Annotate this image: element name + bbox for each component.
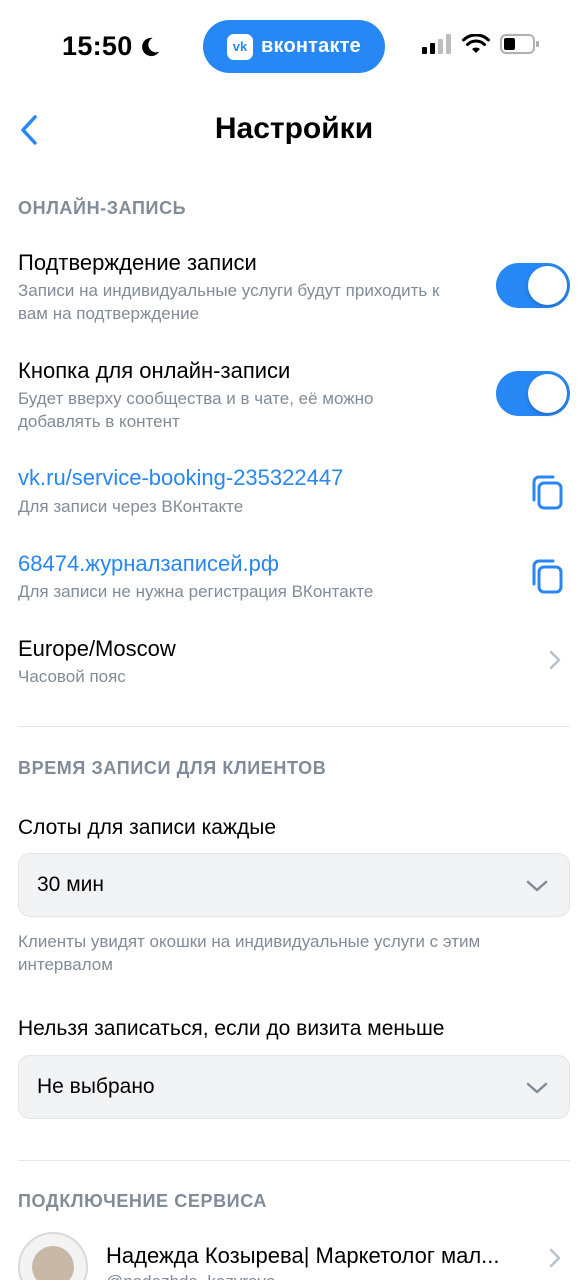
chevron-right-icon[interactable] bbox=[546, 648, 564, 672]
section-title-booking-time: ВРЕМЯ ЗАПИСИ ДЛЯ КЛИЕНТОВ bbox=[18, 758, 327, 778]
copy-icon[interactable] bbox=[528, 472, 568, 512]
divider bbox=[18, 1160, 570, 1161]
section-title-online-booking: ОНЛАЙН-ЗАПИСЬ bbox=[18, 198, 187, 218]
wifi-icon bbox=[462, 34, 490, 53]
vk-app-pill[interactable]: vk вконтакте bbox=[203, 20, 385, 73]
avatar[interactable] bbox=[18, 1232, 88, 1280]
slots-label: Слоты для записи каждые bbox=[18, 816, 277, 839]
slots-hint: Клиенты увидят окошки на индивидуальные … bbox=[18, 932, 481, 974]
slots-select[interactable]: 30 мин bbox=[18, 853, 570, 917]
vk-booking-link-subtitle: Для записи через ВКонтакте bbox=[18, 497, 244, 516]
vk-booking-link[interactable]: vk.ru/service-booking-235322447 bbox=[18, 465, 343, 491]
toggle-knob bbox=[528, 374, 567, 413]
status-time-text: 15:50 bbox=[62, 31, 133, 61]
battery-icon bbox=[500, 34, 539, 54]
avatar-photo bbox=[32, 1246, 74, 1280]
toggle-knob bbox=[528, 266, 567, 305]
timezone-subtitle: Часовой пояс bbox=[18, 667, 126, 686]
min-lead-select-value: Не выбрано bbox=[37, 1075, 155, 1098]
copy-icon[interactable] bbox=[528, 556, 568, 596]
section-title-service-connection: ПОДКЛЮЧЕНИЕ СЕРВИСА bbox=[18, 1191, 267, 1211]
vk-app-pill-label: вконтакте bbox=[261, 35, 361, 57]
chevron-down-icon bbox=[526, 880, 548, 892]
divider bbox=[18, 726, 570, 727]
booking-button-title: Кнопка для онлайн-записи bbox=[18, 358, 291, 383]
confirmation-title: Подтверждение записи bbox=[18, 250, 257, 275]
nav-header: Настройки bbox=[0, 100, 588, 160]
booking-button-subtitle: Будет вверху сообщества и в чате, её мож… bbox=[18, 389, 374, 431]
slots-select-value: 30 мин bbox=[37, 873, 104, 896]
service-account-name[interactable]: Надежда Козырева| Маркетолог мал... bbox=[106, 1243, 536, 1269]
chevron-right-icon[interactable] bbox=[546, 1246, 564, 1270]
status-indicators bbox=[422, 34, 540, 54]
status-time: 15:50 bbox=[62, 31, 161, 62]
booking-button-toggle[interactable] bbox=[496, 371, 570, 416]
page-title: Настройки bbox=[214, 112, 374, 145]
cellular-signal-icon bbox=[422, 34, 451, 54]
status-bar: 15:50 vk вконтакте bbox=[0, 0, 588, 96]
timezone-value[interactable]: Europe/Moscow bbox=[18, 636, 176, 662]
min-lead-label: Нельзя записаться, если до визита меньше bbox=[18, 1017, 445, 1040]
moon-icon bbox=[141, 37, 159, 56]
confirmation-toggle[interactable] bbox=[496, 263, 570, 308]
journal-booking-link-subtitle: Для записи не нужна регистрация ВКонтакт… bbox=[18, 582, 374, 601]
min-lead-select[interactable]: Не выбрано bbox=[18, 1055, 570, 1119]
service-account-handle: @nadezhda_kozyreva bbox=[106, 1272, 275, 1280]
chevron-down-icon bbox=[526, 1082, 548, 1094]
vk-logo-icon: vk bbox=[227, 33, 253, 60]
journal-booking-link[interactable]: 68474.журналзаписей.рф bbox=[18, 551, 279, 577]
confirmation-subtitle: Записи на индивидуальные услуги будут пр… bbox=[18, 281, 440, 323]
